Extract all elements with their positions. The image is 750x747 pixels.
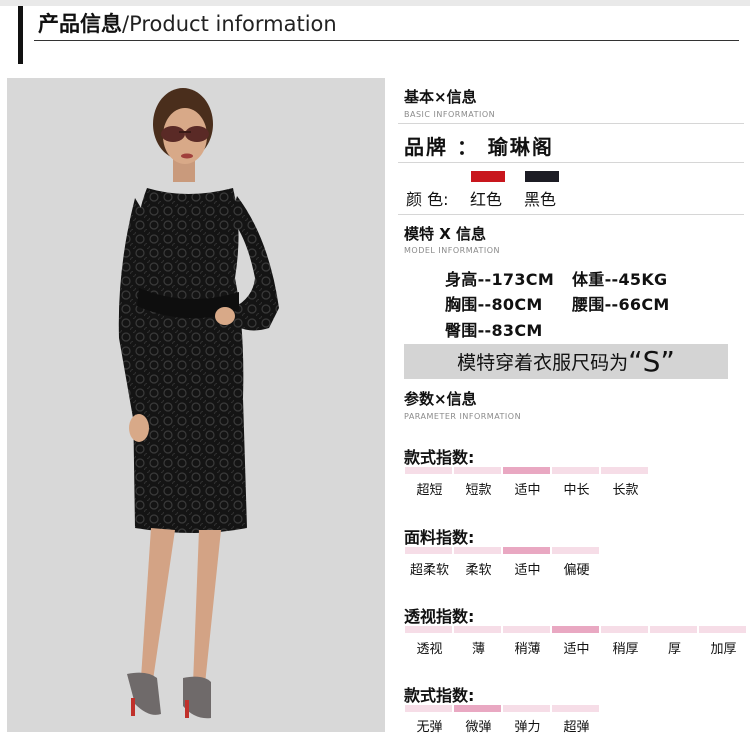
style-index-bar [405, 467, 650, 474]
stretch-index-title: 款式指数: [404, 686, 475, 705]
top-band [0, 0, 750, 6]
index-label: 超短 [416, 483, 443, 498]
index-segment [552, 467, 599, 474]
black-swatch[interactable] [525, 171, 559, 182]
sheer-index-title: 透视指数: [404, 607, 475, 626]
index-segment [699, 626, 746, 633]
index-label: 薄 [471, 642, 485, 657]
header-accent-bar [18, 6, 23, 64]
fabric-index-bar [405, 547, 601, 554]
brand-name: 品牌 ： 瑜琳阁 [404, 135, 554, 159]
color-label: 颜 色: [406, 190, 449, 209]
index-label: 超弹 [563, 720, 590, 735]
index-label: 柔软 [465, 563, 492, 578]
model-waist: 腰围--66CM [572, 295, 670, 314]
index-segment [405, 626, 452, 633]
model-photo-icon [7, 78, 385, 732]
model-bust: 胸围--80CM [445, 295, 543, 314]
size-text: 模特穿着衣服尺码为 [457, 352, 629, 374]
style-index-labels: 超短 短款 适中 中长 长款 [405, 479, 650, 498]
color-divider [398, 214, 744, 215]
index-segment [552, 626, 599, 633]
index-label: 加厚 [710, 642, 737, 657]
style-index-title: 款式指数: [404, 448, 475, 467]
size-value: “S” [628, 345, 675, 378]
index-label: 微弹 [465, 720, 492, 735]
model-info-subtitle: MODEL INFORMATION [404, 246, 500, 255]
index-segment [454, 626, 501, 633]
index-segment [405, 467, 452, 474]
basic-info-title: 基本×信息 [404, 88, 477, 106]
index-segment [405, 547, 452, 554]
index-label: 无弹 [416, 720, 443, 735]
index-label: 弹力 [514, 720, 541, 735]
header-divider [34, 40, 739, 41]
fabric-index-title: 面料指数: [404, 528, 475, 547]
model-info-title: 模特 X 信息 [404, 225, 487, 243]
fabric-index-labels: 超柔软 柔软 适中 偏硬 [405, 559, 601, 578]
index-label: 短款 [465, 483, 492, 498]
model-weight: 体重--45KG [572, 270, 668, 289]
index-segment [454, 705, 501, 712]
size-banner: 模特穿着衣服尺码为“S” [404, 344, 728, 379]
model-height: 身高--173CM [445, 270, 555, 289]
color-black-label: 黑色 [524, 190, 557, 209]
brand-divider [398, 162, 744, 163]
index-segment [601, 467, 648, 474]
index-segment [552, 547, 599, 554]
model-photo [7, 78, 385, 732]
index-label: 中长 [563, 483, 590, 498]
basic-info-divider [398, 123, 744, 124]
index-segment [503, 547, 550, 554]
index-label: 适中 [514, 483, 541, 498]
stretch-index-bar [405, 705, 601, 712]
sheer-index-labels: 透视 薄 稍薄 适中 稍厚 厚 加厚 [405, 638, 748, 657]
index-segment [454, 547, 501, 554]
index-segment [503, 626, 550, 633]
index-label: 偏硬 [563, 563, 590, 578]
stretch-index-labels: 无弹 微弹 弹力 超弹 [405, 716, 601, 735]
basic-info-subtitle: BASIC INFORMATION [404, 110, 496, 119]
index-segment [650, 626, 697, 633]
index-segment [503, 705, 550, 712]
index-segment [601, 626, 648, 633]
index-segment [552, 705, 599, 712]
color-red-label: 红色 [470, 190, 503, 209]
index-segment [503, 467, 550, 474]
param-info-subtitle: PARAMETER INFORMATION [404, 412, 522, 421]
sheer-index-bar [405, 626, 748, 633]
page-title: 产品信息/Product information [38, 11, 337, 37]
index-label: 超柔软 [409, 563, 449, 578]
param-info-title: 参数×信息 [404, 390, 477, 408]
index-label: 稍薄 [514, 642, 541, 657]
index-label: 适中 [514, 563, 541, 578]
index-label: 厚 [667, 642, 681, 657]
index-label: 稍厚 [612, 642, 639, 657]
index-label: 透视 [416, 642, 443, 657]
index-segment [405, 705, 452, 712]
index-label: 长款 [612, 483, 639, 498]
index-label: 适中 [563, 642, 590, 657]
title-en: Product information [129, 12, 337, 36]
red-swatch[interactable] [471, 171, 505, 182]
index-segment [454, 467, 501, 474]
title-cn: 产品信息 [38, 12, 122, 36]
model-hip: 臀围--83CM [445, 321, 543, 340]
